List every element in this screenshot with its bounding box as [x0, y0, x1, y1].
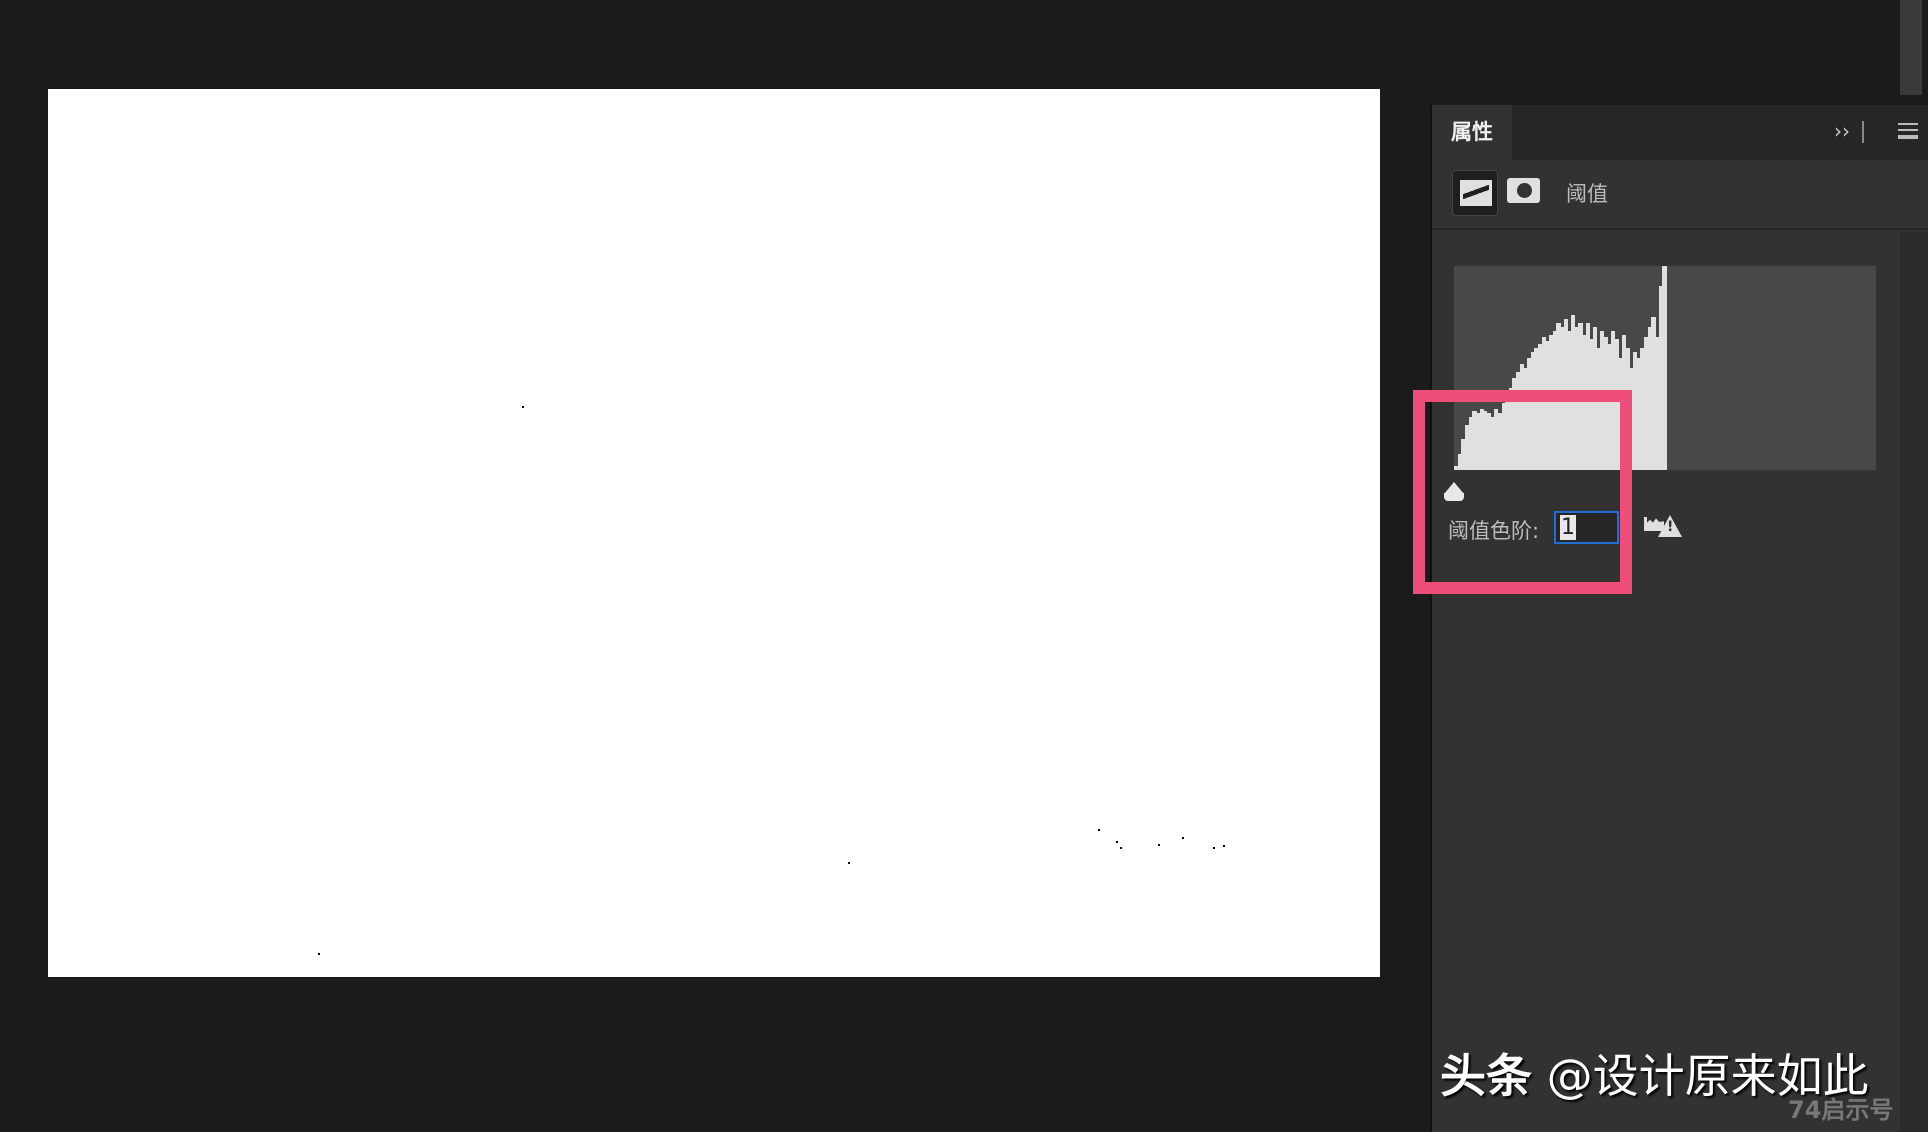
layer-mask-icon[interactable] — [1507, 178, 1540, 203]
pixel-speck — [1116, 841, 1118, 843]
pixel-speck — [1098, 829, 1100, 831]
tab-properties[interactable]: 属性 — [1432, 105, 1512, 160]
warning-icon[interactable] — [1658, 515, 1682, 537]
pixel-speck — [1223, 845, 1225, 847]
document-canvas[interactable] — [48, 89, 1380, 977]
pixel-speck — [318, 953, 320, 955]
pixel-speck — [1182, 837, 1184, 839]
panel-scrollbar[interactable] — [1900, 232, 1928, 1132]
pixel-speck — [1158, 844, 1160, 846]
properties-panel: 属性 ›› 阈值 阈值色阶: 1 — [1430, 105, 1928, 1132]
adjustment-name: 阈值 — [1566, 182, 1608, 206]
double-chevron-right-icon[interactable]: ›› — [1834, 119, 1850, 143]
pixel-speck — [522, 406, 524, 408]
threshold-adjustment-icon[interactable] — [1452, 170, 1498, 216]
watermark-brand: 头条 — [1440, 1049, 1532, 1103]
adjustment-header: 阈值 — [1432, 160, 1928, 230]
histogram-bar — [1662, 266, 1667, 470]
pixel-speck — [848, 862, 850, 864]
highlight-box — [1413, 390, 1632, 594]
divider — [1862, 121, 1864, 143]
pixel-speck — [1213, 847, 1215, 849]
panel-tab-bar: 属性 ›› — [1432, 105, 1928, 160]
watermark-sub: 74启示号 — [1788, 1096, 1894, 1124]
scrollbar[interactable] — [1900, 0, 1922, 95]
pixel-speck — [1120, 847, 1122, 849]
hamburger-menu-icon[interactable] — [1898, 123, 1918, 139]
